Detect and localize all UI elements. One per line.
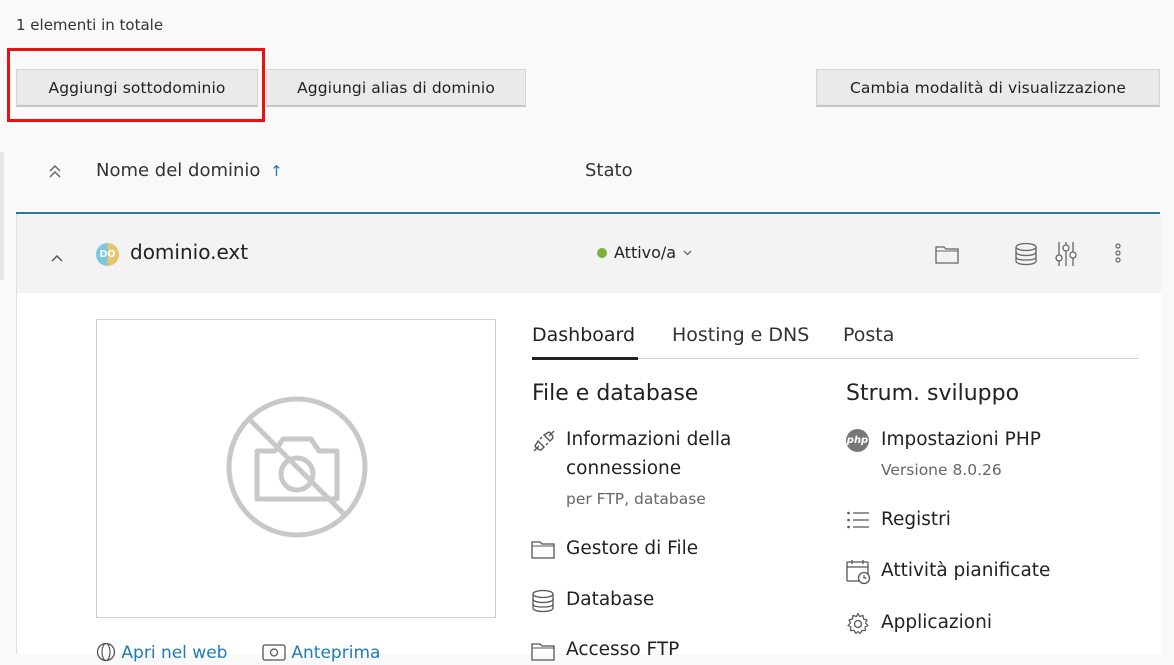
more-options-icon[interactable]: [1115, 243, 1121, 267]
column-status[interactable]: Stato: [585, 160, 633, 181]
dev-tools-section-title: Strum. sviluppo: [846, 381, 1020, 406]
status-dot-icon: [597, 247, 607, 258]
folder-icon: [531, 641, 555, 665]
tab-hosting-dns[interactable]: Hosting e DNS: [672, 324, 809, 357]
logs-link[interactable]: Registri: [881, 505, 951, 534]
files-section-title: File e database: [532, 381, 699, 406]
php-settings-link[interactable]: Impostazioni PHP: [881, 425, 1041, 454]
domain-name-link[interactable]: dominio.ext: [130, 240, 248, 264]
php-version-sub: Versione 8.0.26: [881, 461, 1002, 479]
chevron-up-icon[interactable]: [50, 248, 64, 267]
eye-icon: [262, 644, 286, 661]
domain-row[interactable]: DO dominio.ext Attivo/a: [17, 214, 1161, 293]
preview-label: Anteprima: [291, 643, 381, 663]
domain-panel: DO dominio.ext Attivo/a Apri nel web Ant…: [16, 214, 1161, 663]
calendar-clock-icon: [846, 559, 872, 589]
website-preview[interactable]: [96, 319, 496, 618]
file-manager-link[interactable]: Gestore di File: [566, 534, 698, 563]
open-in-web-label: Apri nel web: [121, 643, 228, 663]
sort-asc-icon: ↑: [270, 162, 283, 180]
highlight-box: [7, 48, 265, 122]
folder-icon: [531, 539, 555, 563]
applications-link[interactable]: Applicazioni: [881, 608, 992, 637]
database-icon: [531, 589, 555, 617]
sliders-icon[interactable]: [1055, 241, 1077, 271]
tab-dashboard[interactable]: Dashboard: [532, 324, 638, 360]
ftp-access-link[interactable]: Accesso FTP: [566, 635, 679, 664]
add-domain-alias-button[interactable]: Aggiungi alias di dominio: [266, 69, 526, 107]
connection-info-sub: per FTP, database: [566, 490, 706, 508]
status-dropdown[interactable]: Attivo/a: [597, 243, 692, 262]
change-view-mode-button[interactable]: Cambia modalità di visualizzazione: [816, 69, 1160, 107]
no-preview-icon: [226, 396, 368, 538]
connection-info-link[interactable]: Informazioni della connessione: [566, 425, 731, 483]
globe-icon: [96, 642, 116, 662]
left-scroll-strip: [0, 152, 4, 280]
connection-info-label-2: connessione: [566, 458, 682, 479]
scheduled-tasks-link[interactable]: Attività pianificate: [881, 556, 1050, 585]
chevron-down-icon: [683, 250, 692, 255]
table-header: Nome del dominio ↑ Stato: [16, 148, 1160, 214]
domain-tabs: Dashboard Hosting e DNS Posta: [532, 324, 1138, 360]
gear-icon: [846, 612, 870, 640]
tab-mail[interactable]: Posta: [843, 324, 894, 357]
database-link[interactable]: Database: [566, 585, 654, 614]
database-icon[interactable]: [1014, 242, 1038, 270]
list-icon: [846, 510, 870, 534]
folder-icon[interactable]: [935, 244, 959, 268]
collapse-all-icon[interactable]: [48, 163, 62, 183]
php-icon: php: [846, 429, 869, 452]
status-label: Attivo/a: [614, 243, 677, 262]
plug-icon: [531, 428, 557, 458]
connection-info-label-1: Informazioni della: [566, 429, 732, 450]
column-domain-name-label: Nome del dominio: [96, 160, 261, 181]
domain-avatar: DO: [96, 243, 119, 266]
items-total-count: 1 elementi in totale: [16, 16, 164, 34]
column-domain-name[interactable]: Nome del dominio ↑: [96, 160, 283, 181]
